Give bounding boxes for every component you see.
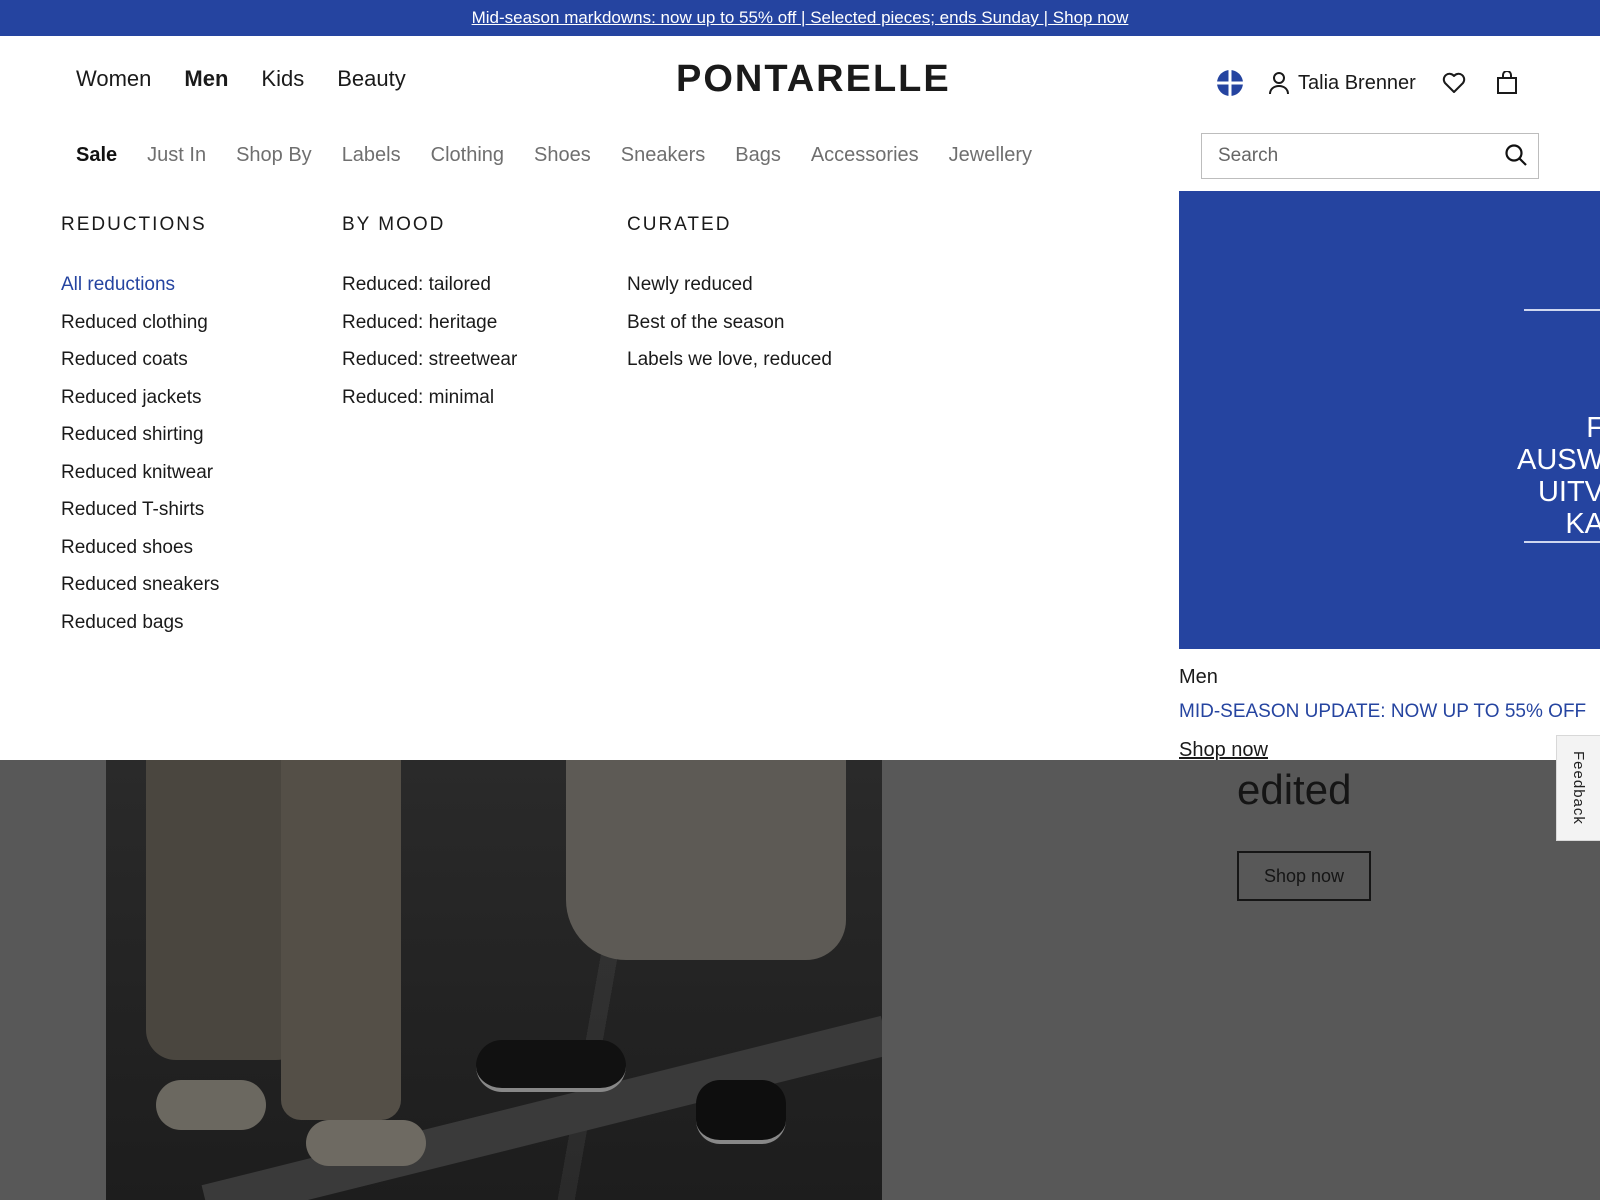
menu-item-reduced-clothing[interactable]: Reduced clothing <box>61 312 208 333</box>
category-nav-shoes[interactable]: Shoes <box>534 144 591 167</box>
menu-item-reduced-shirting[interactable]: Reduced shirting <box>61 424 204 445</box>
category-nav-just-in[interactable]: Just In <box>147 144 206 167</box>
promo-bar: Mid-season markdowns: now up to 55% off … <box>0 0 1600 36</box>
mega-menu-overlay: Women Men Kids Beauty PONTARELLE Talia B… <box>0 36 1600 762</box>
menu-item-reduced-coats[interactable]: Reduced coats <box>61 349 188 370</box>
promo-headline[interactable]: MID-SEASON UPDATE: NOW UP TO 55% OFF <box>1179 701 1586 723</box>
user-icon[interactable] <box>1268 71 1290 95</box>
user-name[interactable]: Talia Brenner <box>1298 72 1416 95</box>
menu-item-reduced-jackets[interactable]: Reduced jackets <box>61 387 201 408</box>
menu-column-by-mood: BY MOOD Reduced: tailored Reduced: herit… <box>342 214 517 416</box>
category-nav-shop-by[interactable]: Shop By <box>236 144 312 167</box>
bag-icon[interactable] <box>1496 71 1518 95</box>
gender-nav-kids[interactable]: Kids <box>261 66 304 92</box>
menu-item-reduced-heritage[interactable]: Reduced: heritage <box>342 312 497 333</box>
promo-shop-now-link[interactable]: Shop now <box>1179 739 1268 762</box>
category-nav-clothing[interactable]: Clothing <box>431 144 504 167</box>
promo-category: Men <box>1179 666 1218 688</box>
site-header: Women Men Kids Beauty PONTARELLE Talia B… <box>0 36 1600 126</box>
promo-panel-rule-top <box>1524 309 1600 311</box>
promo-panel-line: UITV <box>1537 476 1600 508</box>
gender-nav: Women Men Kids Beauty <box>76 66 439 92</box>
menu-item-reduced-knitwear[interactable]: Reduced knitwear <box>61 462 213 483</box>
search-icon[interactable] <box>1504 143 1528 167</box>
menu-column-reductions: REDUCTIONS All reductions Reduced clothi… <box>61 214 219 641</box>
gender-nav-women[interactable]: Women <box>76 66 151 92</box>
feedback-tab[interactable]: Feedback <box>1556 735 1600 841</box>
category-nav-jewellery[interactable]: Jewellery <box>949 144 1032 167</box>
hero-headline-fragment: edited <box>1237 766 1352 813</box>
menu-item-reduced-sneakers[interactable]: Reduced sneakers <box>61 574 219 595</box>
menu-column-curated: CURATED Newly reduced Best of the season… <box>627 214 832 379</box>
promo-panel-rule-bottom <box>1524 541 1600 543</box>
hero-photo <box>106 760 882 1200</box>
promo-panel-image[interactable]: F AUSW UITV KA <box>1179 191 1600 649</box>
menu-column-heading: REDUCTIONS <box>61 214 207 235</box>
menu-item-reduced-bags[interactable]: Reduced bags <box>61 612 184 633</box>
category-nav-accessories[interactable]: Accessories <box>811 144 919 167</box>
heart-icon[interactable] <box>1442 72 1466 94</box>
menu-item-newly-reduced[interactable]: Newly reduced <box>627 274 753 295</box>
search-input[interactable] <box>1202 134 1500 178</box>
menu-item-all-reductions[interactable]: All reductions <box>61 274 175 295</box>
promo-panel-line: KA <box>1565 508 1600 540</box>
promo-bar-link[interactable]: Mid-season markdowns: now up to 55% off … <box>472 8 1129 28</box>
globe-icon[interactable] <box>1216 69 1244 97</box>
feedback-label: Feedback <box>1570 751 1587 825</box>
category-nav-sneakers[interactable]: Sneakers <box>621 144 706 167</box>
category-nav: Sale Just In Shop By Labels Clothing Sho… <box>76 144 1062 167</box>
menu-item-reduced-t-shirts[interactable]: Reduced T-shirts <box>61 499 204 520</box>
menu-column-heading: BY MOOD <box>342 214 446 235</box>
menu-item-reduced-tailored[interactable]: Reduced: tailored <box>342 274 491 295</box>
gender-nav-men[interactable]: Men <box>184 66 228 92</box>
promo-panel-line: F <box>1586 412 1600 444</box>
menu-item-reduced-streetwear[interactable]: Reduced: streetwear <box>342 349 517 370</box>
category-nav-labels[interactable]: Labels <box>342 144 401 167</box>
category-nav-sale[interactable]: Sale <box>76 144 117 167</box>
menu-item-reduced-minimal[interactable]: Reduced: minimal <box>342 387 494 408</box>
account-area: Talia Brenner <box>1216 66 1518 100</box>
menu-column-heading: CURATED <box>627 214 732 235</box>
gender-nav-beauty[interactable]: Beauty <box>337 66 406 92</box>
search-box <box>1201 133 1539 179</box>
site-logo[interactable]: PONTARELLE <box>676 58 951 101</box>
hero-shop-now-button[interactable]: Shop now <box>1237 851 1371 901</box>
category-nav-bags[interactable]: Bags <box>735 144 781 167</box>
menu-item-labels-we-love[interactable]: Labels we love, reduced <box>627 349 832 370</box>
menu-item-reduced-shoes[interactable]: Reduced shoes <box>61 537 193 558</box>
promo-panel-line: AUSW <box>1517 444 1600 476</box>
menu-item-best-of-season[interactable]: Best of the season <box>627 312 784 333</box>
